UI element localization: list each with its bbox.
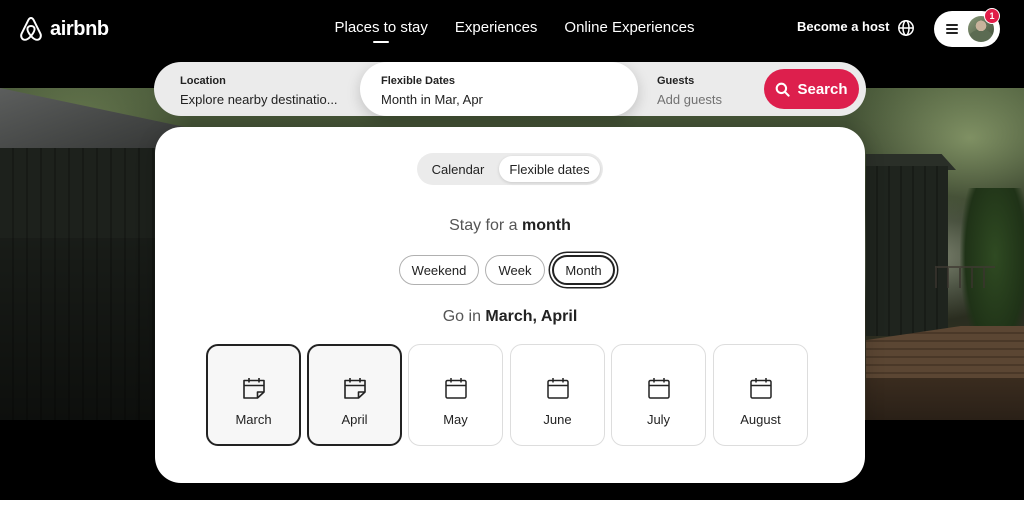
calendar-checked-icon [242, 378, 265, 399]
globe-icon[interactable] [897, 19, 915, 37]
search-button-label: Search [797, 80, 848, 98]
stay-heading-emphasis: month [522, 217, 571, 234]
notification-badge: 1 [984, 8, 1000, 24]
calendar-icon [647, 378, 670, 399]
travel-months-heading: Go in March, April [155, 308, 865, 326]
go-heading-emphasis: March, April [485, 308, 578, 325]
search-button[interactable]: Search [764, 69, 859, 109]
calendar-icon [749, 378, 772, 399]
nav-places-to-stay[interactable]: Places to stay [334, 0, 428, 56]
location-value: Explore nearby destinatio... [180, 92, 338, 107]
fence [935, 266, 995, 288]
airbnb-logo-icon [20, 17, 42, 41]
month-card-march[interactable]: March [206, 344, 301, 446]
guests-label: Guests [657, 75, 695, 87]
month-label: March [235, 412, 272, 427]
location-label: Location [180, 75, 226, 87]
guests-placeholder: Add guests [657, 92, 723, 107]
calendar-checked-icon [343, 378, 366, 399]
month-options: March April May June July August [206, 344, 808, 446]
month-card-august[interactable]: August [713, 344, 808, 446]
brand-name: airbnb [50, 17, 109, 40]
month-label: July [646, 412, 671, 427]
guests-field[interactable]: Guests Add guests [657, 62, 757, 116]
cabin-shadow-left [0, 238, 160, 420]
airbnb-logo[interactable]: airbnb [18, 14, 109, 44]
duration-options: Weekend Week Month [155, 253, 865, 285]
month-card-june[interactable]: June [510, 344, 605, 446]
deck-front [866, 378, 1024, 420]
dates-value: Month in Mar, Apr [381, 92, 483, 107]
stay-duration-heading: Stay for a month [155, 217, 865, 235]
month-label: August [740, 412, 781, 427]
flexible-dates-field[interactable]: Flexible Dates Month in Mar, Apr [360, 62, 638, 116]
hamburger-icon [946, 23, 958, 35]
location-field[interactable]: Location Explore nearby destinatio... [180, 62, 338, 116]
cabin-wall-right [866, 166, 948, 336]
nav-experiences[interactable]: Experiences [455, 0, 538, 56]
become-host-link[interactable]: Become a host [797, 19, 889, 34]
duration-weekend-pill[interactable]: Weekend [399, 255, 479, 285]
duration-month-pill[interactable]: Month [552, 255, 615, 285]
search-bar: Location Explore nearby destinatio... Fl… [154, 62, 866, 116]
month-card-may[interactable]: May [408, 344, 503, 446]
month-card-july[interactable]: July [611, 344, 706, 446]
tab-flexible-dates[interactable]: Flexible dates [499, 156, 600, 182]
nav-online-experiences[interactable]: Online Experiences [564, 0, 694, 56]
tab-calendar[interactable]: Calendar [420, 156, 496, 182]
search-icon [776, 82, 791, 97]
duration-week-pill[interactable]: Week [485, 255, 545, 285]
flexible-dates-panel: Calendar Flexible dates Stay for a month… [155, 127, 865, 483]
month-label: April [341, 412, 368, 427]
top-header: airbnb Places to stay Experiences Online… [0, 0, 1024, 60]
date-mode-toggle: Calendar Flexible dates [417, 153, 603, 185]
go-heading-prefix: Go in [442, 308, 486, 325]
calendar-icon [444, 378, 467, 399]
month-label: June [543, 412, 572, 427]
month-label: May [443, 412, 468, 427]
calendar-icon [546, 378, 569, 399]
month-card-april[interactable]: April [307, 344, 402, 446]
stay-heading-prefix: Stay for a [449, 217, 523, 234]
dates-label: Flexible Dates [381, 75, 455, 87]
page-background: airbnb Places to stay Experiences Online… [0, 0, 1024, 500]
